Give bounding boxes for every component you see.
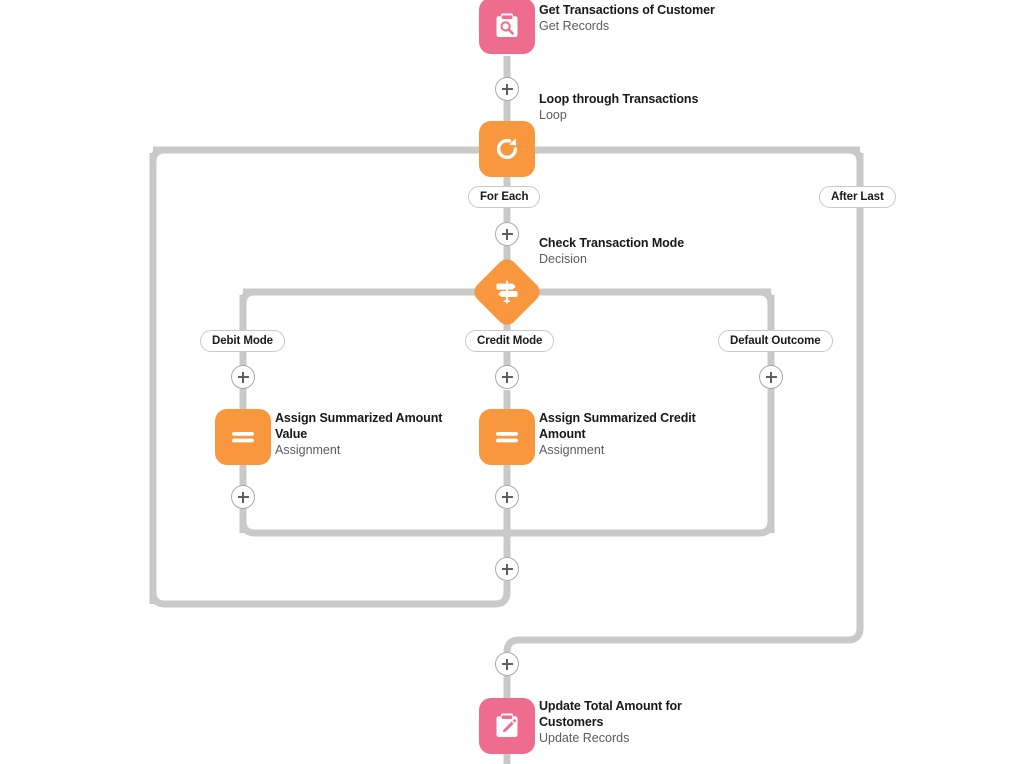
node-title: Get Transactions of Customer xyxy=(539,3,715,17)
flow-connectors xyxy=(149,56,864,764)
add-element-button-debit-branch-top[interactable] xyxy=(231,365,255,389)
node-subtitle: Assignment xyxy=(539,443,605,457)
label-update-total-amount-for-customers: Update Total Amount for Customers Update… xyxy=(539,698,724,746)
node-get-transactions-of-customer[interactable] xyxy=(479,0,535,54)
node-subtitle: Loop xyxy=(539,108,567,122)
add-element-button-after-decision-merge[interactable] xyxy=(495,557,519,581)
label-assign-summarized-amount-value: Assign Summarized Amount Value Assignmen… xyxy=(275,410,460,458)
add-element-button-after-get-records[interactable] xyxy=(495,77,519,101)
branch-pill-label: Default Outcome xyxy=(730,335,821,347)
branch-pill-for-each[interactable]: For Each xyxy=(468,186,541,208)
label-assign-summarized-credit-amount: Assign Summarized Credit Amount Assignme… xyxy=(539,410,714,458)
branch-pill-credit-mode[interactable]: Credit Mode xyxy=(465,330,555,352)
assignment-icon xyxy=(491,421,523,453)
update-records-icon xyxy=(491,710,523,742)
branch-pill-label: After Last xyxy=(831,191,884,203)
branch-pill-default-outcome[interactable]: Default Outcome xyxy=(718,330,833,352)
branch-pill-label: For Each xyxy=(480,191,529,203)
node-assign-summarized-credit-amount[interactable] xyxy=(479,409,535,465)
add-element-button-default-branch-top[interactable] xyxy=(759,365,783,389)
node-title: Assign Summarized Amount Value xyxy=(275,411,443,441)
loop-icon xyxy=(490,132,524,166)
add-element-button-debit-branch-bottom[interactable] xyxy=(231,485,255,509)
branch-pill-after-last[interactable]: After Last xyxy=(819,186,896,208)
assignment-icon xyxy=(227,421,259,453)
decision-icon xyxy=(492,277,522,307)
node-title: Update Total Amount for Customers xyxy=(539,699,682,729)
add-element-button-credit-branch-bottom[interactable] xyxy=(495,485,519,509)
node-title: Check Transaction Mode xyxy=(539,236,685,250)
add-element-button-before-update-records[interactable] xyxy=(495,652,519,676)
add-element-button-after-for-each[interactable] xyxy=(495,222,519,246)
flow-canvas[interactable]: Get Transactions of Customer Get Records… xyxy=(0,0,1036,764)
node-loop-through-transactions[interactable] xyxy=(479,121,535,177)
label-get-transactions-of-customer: Get Transactions of Customer Get Records xyxy=(539,2,769,34)
node-title: Loop through Transactions xyxy=(539,92,699,106)
label-check-transaction-mode: Check Transaction Mode Decision xyxy=(539,235,769,267)
get-records-icon xyxy=(491,10,523,42)
label-loop-through-transactions: Loop through Transactions Loop xyxy=(539,91,769,123)
node-check-transaction-mode[interactable] xyxy=(470,255,544,329)
node-assign-summarized-amount-value[interactable] xyxy=(215,409,271,465)
node-subtitle: Assignment xyxy=(275,443,341,457)
node-update-total-amount-for-customers[interactable] xyxy=(479,698,535,754)
node-title: Assign Summarized Credit Amount xyxy=(539,411,696,441)
node-subtitle: Decision xyxy=(539,252,587,266)
branch-pill-debit-mode[interactable]: Debit Mode xyxy=(200,330,285,352)
node-subtitle: Update Records xyxy=(539,731,630,745)
branch-pill-label: Debit Mode xyxy=(212,335,273,347)
add-element-button-credit-branch-top[interactable] xyxy=(495,365,519,389)
node-subtitle: Get Records xyxy=(539,19,610,33)
branch-pill-label: Credit Mode xyxy=(477,335,543,347)
